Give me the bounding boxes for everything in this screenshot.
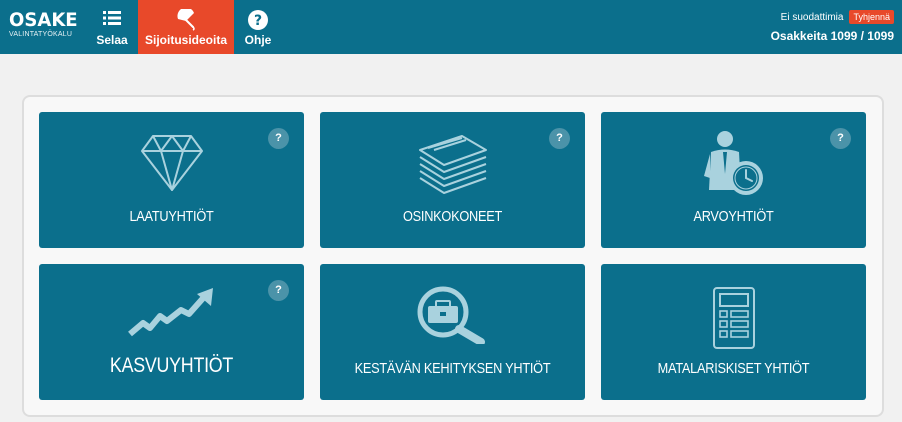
tile-sustainable-companies[interactable]: KESTÄVÄN KEHITYKSEN YHTIÖT — [320, 264, 585, 400]
tile-label: LAATUYHTIÖT — [129, 208, 214, 225]
filter-status: Ei suodattimia — [780, 11, 844, 23]
logo-text: OSAKE — [9, 9, 78, 31]
tile-label: OSINKOKONEET — [403, 208, 502, 225]
diamond-icon — [140, 135, 203, 191]
nav-help-label: Ohje — [244, 33, 272, 47]
list-icon — [103, 11, 121, 25]
nav-investment-ideas-label: Sijoitusideoita — [144, 33, 227, 47]
tile-label: KESTÄVÄN KEHITYKSEN YHTIÖT — [354, 360, 551, 377]
top-bar: OSAKE VALINTATYÖKALU Selaa Sijoitusideoi… — [0, 0, 902, 54]
help-button[interactable]: ? — [268, 280, 289, 301]
nav-investment-ideas[interactable]: Sijoitusideoita — [138, 0, 234, 54]
tile-dividend-machines[interactable]: OSINKOKONEET ? — [320, 112, 585, 248]
umbrella-icon — [177, 9, 195, 31]
calculator-icon — [712, 287, 755, 349]
svg-text:?: ? — [254, 13, 262, 29]
logo-subtitle: VALINTATYÖKALU — [9, 31, 73, 38]
businessman-clock-icon — [703, 131, 763, 195]
filter-info: Ei suodattimia Tyhjennä Osakkeita 1099 /… — [771, 10, 894, 43]
growth-arrow-icon — [127, 288, 213, 337]
tile-label: MATALARISKISET YHTIÖT — [657, 360, 810, 377]
magnifier-briefcase-icon — [417, 286, 485, 344]
help-button[interactable]: ? — [549, 128, 570, 149]
stock-count: Osakkeita 1099 / 1099 — [770, 29, 894, 43]
tile-growth-companies[interactable]: KASVUYHTIÖT ? — [39, 264, 304, 400]
paper-stack-icon — [418, 135, 487, 194]
clear-filters-button[interactable]: Tyhjennä — [849, 10, 894, 24]
ideas-panel: LAATUYHTIÖT ? OSINKOKONEET ? ARVOYHTIÖT … — [22, 95, 884, 417]
question-circle-icon: ? — [248, 10, 268, 30]
nav-browse[interactable]: Selaa — [88, 0, 136, 54]
tile-quality-companies[interactable]: LAATUYHTIÖT ? — [39, 112, 304, 248]
tile-label: KASVUYHTIÖT — [109, 354, 234, 377]
help-button[interactable]: ? — [830, 128, 851, 149]
tile-value-companies[interactable]: ARVOYHTIÖT ? — [601, 112, 866, 248]
tile-low-risk-companies[interactable]: MATALARISKISET YHTIÖT — [601, 264, 866, 400]
logo[interactable]: OSAKE VALINTATYÖKALU — [9, 10, 89, 44]
help-button[interactable]: ? — [268, 128, 289, 149]
tile-label: ARVOYHTIÖT — [693, 208, 774, 225]
nav-help[interactable]: ? Ohje — [236, 0, 280, 54]
nav-browse-label: Selaa — [96, 33, 128, 47]
